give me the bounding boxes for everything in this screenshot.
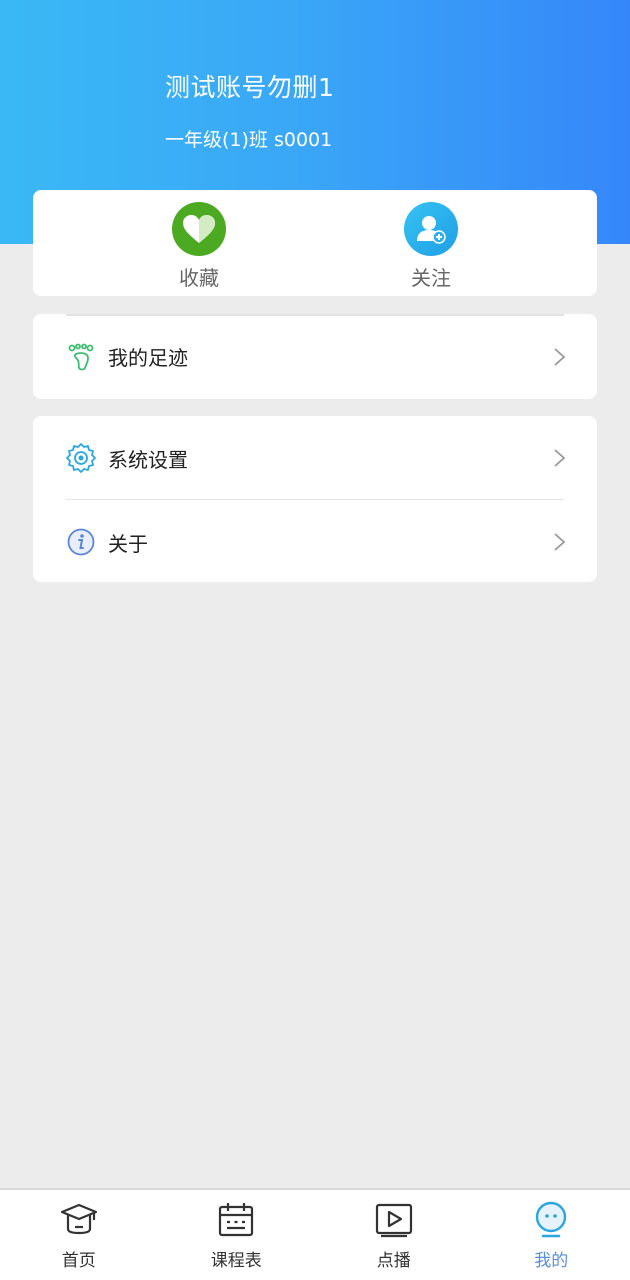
tab-home[interactable]: 首页 <box>0 1190 158 1280</box>
chevron-right-icon <box>554 347 566 366</box>
tab-mine[interactable]: 我的 <box>473 1190 630 1280</box>
about-label: 关于 <box>108 531 148 556</box>
footprint-card: 我的足迹 <box>33 314 597 399</box>
favorites-button[interactable]: 收藏 <box>139 202 259 291</box>
profile-face-icon <box>531 1200 571 1240</box>
heart-icon <box>172 202 226 256</box>
user-name: 测试账号勿删1 <box>165 73 335 102</box>
play-icon <box>374 1200 414 1240</box>
follow-button[interactable]: 关注 <box>371 202 491 291</box>
graduation-cap-icon <box>59 1200 99 1240</box>
tab-mine-label: 我的 <box>534 1251 569 1271</box>
tab-home-label: 首页 <box>61 1251 96 1271</box>
chevron-right-icon <box>554 533 566 551</box>
tab-vod[interactable]: 点播 <box>315 1190 473 1280</box>
favorites-label: 收藏 <box>179 266 219 290</box>
menu-item-footprint[interactable]: 我的足迹 <box>33 314 597 399</box>
bottom-tab-bar: 首页 课程表 点播 我的 <box>0 1188 630 1280</box>
calendar-icon <box>216 1200 256 1240</box>
chevron-right-icon <box>554 449 566 467</box>
info-icon <box>66 527 96 557</box>
settings-label: 系统设置 <box>108 447 188 472</box>
menu-item-about[interactable]: 关于 <box>33 500 597 584</box>
tab-schedule-label: 课程表 <box>210 1251 262 1271</box>
quick-actions-card: 收藏 关注 <box>33 190 597 296</box>
user-add-icon <box>404 202 458 256</box>
menu-item-settings[interactable]: 系统设置 <box>33 416 597 500</box>
settings-card: 系统设置 关于 <box>33 416 597 582</box>
tab-schedule[interactable]: 课程表 <box>158 1190 316 1280</box>
user-class-info: 一年级(1)班 s0001 <box>165 129 333 151</box>
footprint-icon <box>66 342 96 372</box>
tab-vod-label: 点播 <box>376 1251 411 1271</box>
follow-label: 关注 <box>411 266 451 290</box>
gear-icon <box>66 443 96 473</box>
footprint-label: 我的足迹 <box>108 346 188 370</box>
